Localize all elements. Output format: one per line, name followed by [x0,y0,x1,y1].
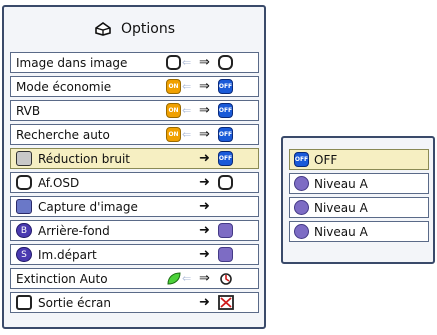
level-3-icon [294,224,309,239]
arrow-right-icon: ➜ [199,151,210,166]
arrow-left-icon: ⇐ [182,128,192,141]
menu-item-mode-economie[interactable]: Mode économie ON ⇐ ⇒ OFF [10,76,259,97]
menu-item-af-osd[interactable]: Af.OSD ➜ [10,172,259,193]
on-icon: ON [166,79,181,94]
menu-item-label: Mode économie [16,79,112,94]
level-1-icon [294,176,309,191]
menu-item-im-depart[interactable]: S Im.départ ➜ [10,244,259,265]
menu-item-recherche-auto[interactable]: Recherche auto ON ⇐ ⇒ OFF [10,124,259,145]
menu-item-reduction-bruit[interactable]: Réduction bruit ➜ OFF [10,148,259,169]
arrow-left-icon: ⇐ [182,272,192,285]
menu-item-label: Sortie écran [38,295,112,310]
auto-power-off-icon [220,273,232,285]
submenu-item-label: OFF [314,152,338,167]
options-menu: Options Image dans image ⇐ ⇒ Mode économ… [2,5,266,329]
menu-item-rvb[interactable]: RVB ON ⇐ ⇒ OFF [10,100,259,121]
menu-title: Options [120,21,176,37]
arrow-left-icon: ⇐ [182,104,192,117]
submenu-item-niveau-2[interactable]: Niveau A [289,197,429,218]
osd-icon [16,175,32,190]
background-icon: B [16,223,32,238]
arrow-right-icon: ⇒ [199,79,210,94]
menu-item-label: Af.OSD [38,175,80,190]
startup-image-icon: S [16,247,32,262]
arrow-right-icon: ➜ [199,295,210,310]
menu-item-label: Recherche auto [16,127,110,142]
arrow-right-icon: ⇒ [199,55,210,70]
osd-value-icon [218,175,233,190]
menu-item-sortie-ecran[interactable]: Sortie écran ➜ [10,292,259,313]
menu-item-label: Im.départ [38,247,97,262]
arrow-left-icon: ⇐ [182,56,192,69]
menu-item-label: RVB [16,103,41,118]
screen-output-icon [16,295,32,310]
submenu-item-label: Niveau A [314,176,368,191]
menu-item-label: Capture d'image [38,199,138,214]
leaf-icon [167,272,181,285]
off-icon: OFF [218,127,233,142]
pip-off-icon [218,55,233,70]
image-capture-icon [16,199,32,214]
submenu-item-niveau-1[interactable]: Niveau A [289,173,429,194]
level-2-icon [294,200,309,215]
arrow-right-icon: ⇒ [199,127,210,142]
arrow-right-icon: ⇒ [199,271,210,286]
screen-off-icon [218,295,234,310]
arrow-right-icon: ➜ [199,199,210,214]
off-icon: OFF [218,151,233,166]
submenu-item-label: Niveau A [314,224,368,239]
submenu-item-label: Niveau A [314,200,368,215]
menu-item-image-dans-image[interactable]: Image dans image ⇐ ⇒ [10,52,259,73]
on-icon: ON [166,127,181,142]
on-icon: ON [166,103,181,118]
menu-item-label: Extinction Auto [16,271,108,286]
menu-item-label: Image dans image [16,55,128,70]
arrow-left-icon: ⇐ [182,80,192,93]
menu-item-arriere-fond[interactable]: B Arrière-fond ➜ [10,220,259,241]
noise-reduction-submenu: OFF OFF Niveau A Niveau A Niveau A [281,136,435,264]
off-icon: OFF [294,152,309,167]
off-icon: OFF [218,103,233,118]
menu-item-extinction-auto[interactable]: Extinction Auto ⇐ ⇒ [10,268,259,289]
off-icon: OFF [218,79,233,94]
submenu-item-niveau-3[interactable]: Niveau A [289,221,429,242]
menu-item-label: Réduction bruit [38,151,130,166]
menu-item-label: Arrière-fond [38,223,110,238]
options-icon [95,22,111,36]
menu-item-capture-image[interactable]: Capture d'image ➜ [10,196,259,217]
arrow-right-icon: ➜ [199,175,210,190]
pip-on-icon [166,55,181,70]
arrow-right-icon: ⇒ [199,103,210,118]
arrow-right-icon: ➜ [199,223,210,238]
submenu-item-off[interactable]: OFF OFF [289,149,429,170]
noise-reduction-icon [16,151,32,166]
arrow-right-icon: ➜ [199,247,210,262]
background-value-icon [218,223,233,238]
menu-header: Options [4,7,264,51]
startup-value-icon [218,247,233,262]
